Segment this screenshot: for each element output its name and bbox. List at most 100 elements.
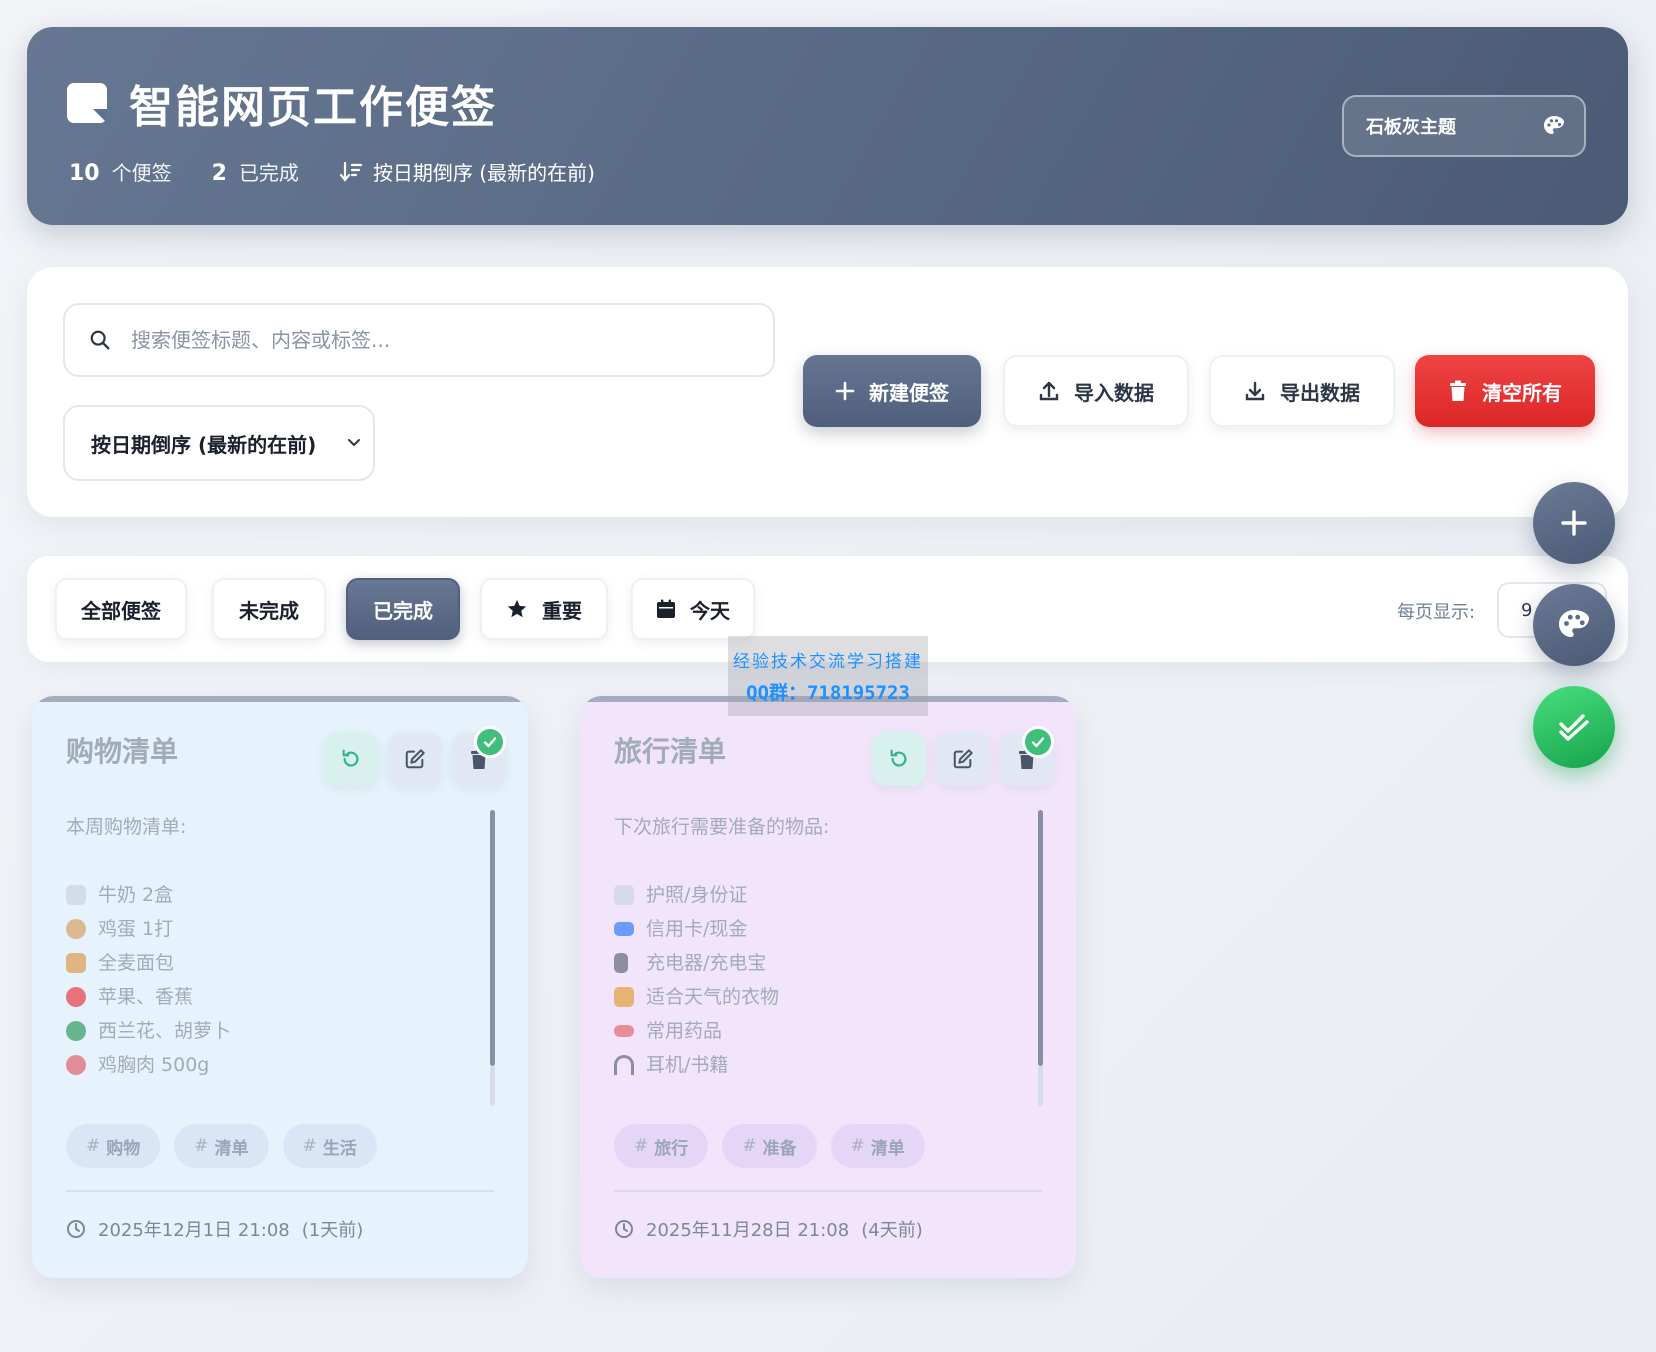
- headphones-icon: [614, 1055, 634, 1075]
- edit-button[interactable]: [388, 732, 442, 786]
- note-date: 2025年12月1日 21:08 (1天前): [66, 1216, 363, 1242]
- tag[interactable]: # 购物: [66, 1124, 161, 1168]
- chevron-down-icon: [348, 439, 360, 447]
- filter-important[interactable]: 重要: [480, 578, 608, 640]
- bread-box-icon: [66, 953, 86, 973]
- title-row: 智能网页工作便签: [67, 71, 497, 135]
- list-item: 护照/身份证: [614, 878, 1014, 912]
- tag[interactable]: # 准备: [722, 1124, 817, 1168]
- scrollbar-track[interactable]: [1038, 1066, 1043, 1106]
- restore-button[interactable]: [324, 732, 378, 786]
- clock-icon: [67, 1220, 85, 1238]
- floating-theme-button[interactable]: [1533, 584, 1615, 666]
- list-item: 鸡蛋 1打: [66, 912, 466, 946]
- list-item-text: 常用药品: [646, 1020, 723, 1042]
- per-page-label: 每页显示:: [1397, 602, 1476, 623]
- watermark-line-1: 经验技术交流学习搭建: [733, 652, 923, 672]
- edit-button[interactable]: [936, 732, 990, 786]
- note-relative-time: (1天前): [301, 1220, 364, 1241]
- search-icon: [90, 330, 110, 350]
- export-button[interactable]: 导出数据: [1209, 355, 1395, 427]
- tag-label: 旅行: [654, 1138, 689, 1159]
- list-item: 常用药品: [614, 1014, 1014, 1048]
- theme-switch-button[interactable]: 石板灰主题: [1342, 95, 1586, 157]
- search-box: [63, 303, 775, 377]
- app-header: 智能网页工作便签 10 个便签 2 已完成 按日期倒序 (最新的在前) 石板灰主…: [27, 27, 1628, 225]
- filter-completed[interactable]: 已完成: [346, 578, 460, 640]
- tag[interactable]: # 旅行: [614, 1124, 709, 1168]
- double-check-icon: [1559, 714, 1589, 741]
- list-item: 西兰花、胡萝卜: [66, 1014, 466, 1048]
- watermark-line-2: QQ群：718195723: [746, 682, 910, 704]
- tag-label: 准备: [762, 1138, 797, 1159]
- note-date-text: 2025年11月28日 21:08: [646, 1220, 850, 1241]
- stat-total: 10 个便签: [69, 157, 172, 186]
- list-item-text: 护照/身份证: [646, 884, 748, 906]
- note-tags: # 旅行 # 准备 # 清单: [614, 1124, 939, 1168]
- stats-row: 10 个便签 2 已完成 按日期倒序 (最新的在前): [69, 157, 595, 186]
- import-button[interactable]: 导入数据: [1003, 355, 1189, 427]
- filter-today-label: 今天: [690, 598, 730, 623]
- tag[interactable]: # 生活: [282, 1124, 377, 1168]
- tag[interactable]: # 清单: [174, 1124, 269, 1168]
- clothes-icon: [614, 987, 634, 1007]
- floating-add-button[interactable]: [1533, 482, 1615, 564]
- note-card[interactable]: 购物清单 本周购物清单: 牛奶 2盒 鸡蛋 1打 全麦面包 苹果、香蕉 西兰花、…: [32, 696, 528, 1278]
- undo-icon: [342, 749, 359, 767]
- filter-all[interactable]: 全部便签: [55, 578, 187, 640]
- new-note-button[interactable]: 新建便签: [803, 355, 981, 427]
- filter-completed-label: 已完成: [373, 598, 433, 623]
- apple-icon: [66, 987, 86, 1007]
- milk-glass-icon: [66, 885, 86, 905]
- filter-today[interactable]: 今天: [631, 578, 755, 640]
- star-icon: [507, 599, 527, 618]
- tag-label: 生活: [322, 1138, 357, 1159]
- list-item-text: 鸡蛋 1打: [98, 918, 174, 940]
- note-tags: # 购物 # 清单 # 生活: [66, 1124, 391, 1168]
- note-intro: 本周购物清单:: [66, 816, 187, 838]
- list-item-text: 充电器/充电宝: [646, 952, 767, 974]
- filter-incomplete[interactable]: 未完成: [212, 578, 326, 640]
- clear-all-button[interactable]: 清空所有: [1415, 355, 1595, 427]
- pill-icon: [614, 1025, 634, 1037]
- stat-total-label: 个便签: [111, 161, 172, 185]
- plus-icon: [1561, 510, 1587, 536]
- toolbar-panel: 按日期倒序 (最新的在前) 新建便签 导入数据 导出数据 清空所有: [27, 267, 1628, 517]
- list-item-text: 鸡胸肉 500g: [98, 1054, 210, 1076]
- completed-badge-icon: [474, 726, 506, 758]
- note-title: 旅行清单: [614, 735, 727, 768]
- search-input[interactable]: [131, 328, 691, 352]
- palette-icon: [1559, 610, 1589, 637]
- edit-icon: [953, 749, 973, 769]
- note-date: 2025年11月28日 21:08 (4天前): [614, 1216, 923, 1242]
- trash-icon: [1450, 380, 1466, 401]
- import-label: 导入数据: [1074, 380, 1154, 405]
- tag-label: 清单: [870, 1138, 905, 1159]
- sort-indicator-label: 按日期倒序 (最新的在前): [372, 161, 595, 185]
- scrollbar-track[interactable]: [490, 1066, 495, 1106]
- list-item-text: 适合天气的衣物: [646, 986, 780, 1008]
- clock-icon: [615, 1220, 633, 1238]
- tag-label: 购物: [106, 1138, 141, 1159]
- list-item: 苹果、香蕉: [66, 980, 466, 1014]
- list-item-text: 西兰花、胡萝卜: [98, 1020, 232, 1042]
- meat-icon: [66, 1055, 86, 1075]
- tag-label: 清单: [214, 1138, 249, 1159]
- list-item: 适合天气的衣物: [614, 980, 1014, 1014]
- note-content: 下次旅行需要准备的物品: 护照/身份证 信用卡/现金 充电器/充电宝 适合天气的…: [614, 810, 1014, 1082]
- sort-indicator: 按日期倒序 (最新的在前): [339, 157, 595, 186]
- note-intro: 下次旅行需要准备的物品:: [614, 816, 830, 838]
- stat-total-count: 10: [69, 161, 100, 186]
- scrollbar-thumb[interactable]: [490, 810, 495, 1066]
- restore-button[interactable]: [872, 732, 926, 786]
- list-item-text: 信用卡/现金: [646, 918, 748, 940]
- sort-select[interactable]: 按日期倒序 (最新的在前): [63, 405, 375, 481]
- edit-icon: [405, 749, 425, 769]
- list-item-text: 耳机/书籍: [646, 1054, 729, 1076]
- completed-badge-icon: [1022, 726, 1054, 758]
- tag[interactable]: # 清单: [830, 1124, 925, 1168]
- broccoli-icon: [66, 1021, 86, 1041]
- note-card[interactable]: 旅行清单 下次旅行需要准备的物品: 护照/身份证 信用卡/现金 充电器/充电宝 …: [580, 696, 1076, 1278]
- floating-mark-done-button[interactable]: [1533, 686, 1615, 768]
- scrollbar-thumb[interactable]: [1038, 810, 1043, 1066]
